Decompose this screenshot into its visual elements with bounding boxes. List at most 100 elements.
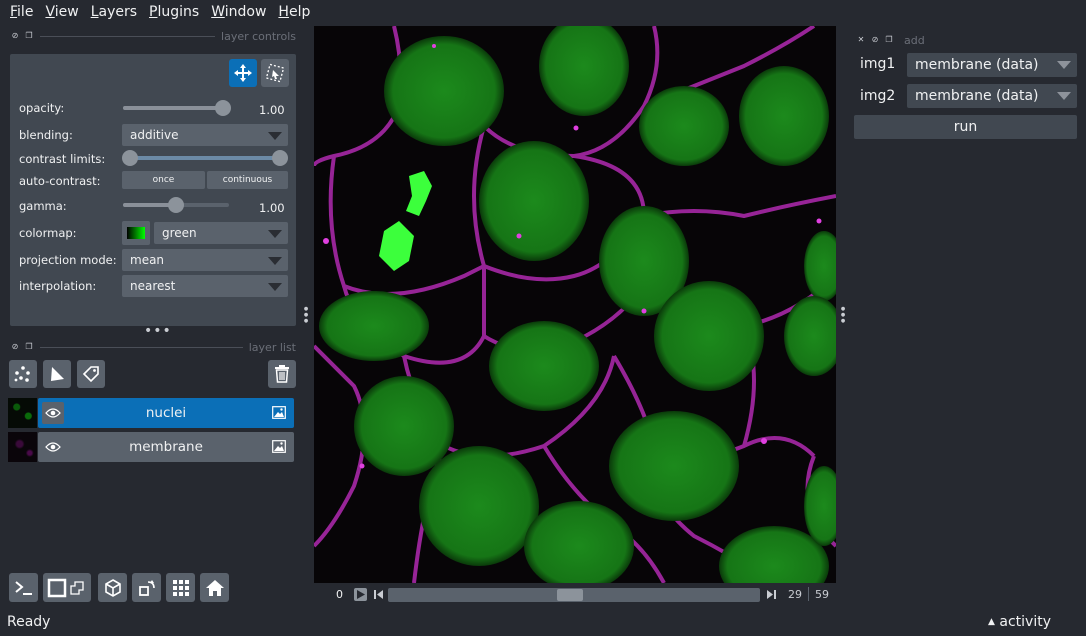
menu-window[interactable]: Window [205,4,272,20]
blending-select[interactable]: additive [122,124,288,146]
delete-layer-button[interactable] [268,360,296,388]
right-dock-resize-handle[interactable]: ● ● ● [840,306,846,324]
opacity-slider[interactable] [123,100,231,116]
dims-current-frame[interactable]: 29 [788,588,802,601]
run-button[interactable]: run [854,115,1077,139]
step-back-icon [374,590,383,599]
once-button[interactable]: once [122,171,205,189]
chevron-down-icon [1057,92,1071,100]
menu-help[interactable]: Help [272,4,316,20]
layer-list-title: layer list [248,340,296,354]
new-shapes-layer-button[interactable] [43,360,71,388]
eye-icon [45,408,61,418]
home-icon [205,579,224,596]
colormap-label: colormap: [19,226,77,240]
img2-select[interactable]: membrane (data) [907,84,1077,108]
chevron-up-icon: ▲ [988,617,995,627]
move-icon [234,64,252,82]
opacity-value: 1.00 [259,103,285,117]
square-2d-icon [47,578,67,597]
visibility-toggle[interactable] [42,402,64,424]
float-dock-icon[interactable]: ❐ [24,342,34,352]
close-dock-icon[interactable]: ✕ [856,35,866,45]
continuous-button[interactable]: continuous [207,171,288,189]
interpolation-select[interactable]: nearest [122,275,288,297]
img1-select[interactable]: membrane (data) [907,53,1077,77]
grid-view-button[interactable] [166,573,195,602]
trash-icon [275,365,289,383]
new-labels-layer-button[interactable] [77,360,105,388]
gamma-slider-handle[interactable] [168,197,184,213]
opacity-label: opacity: [19,101,65,115]
layer-name[interactable]: membrane [68,432,264,462]
layer-controls-titlebar: ⊘ ❐ layer controls [10,29,296,43]
dims-slider[interactable] [388,588,760,602]
contrast-high-handle[interactable] [272,150,288,166]
left-dock-resize-handle[interactable]: ● ● ● [303,306,309,324]
step-forward-button[interactable] [765,588,778,601]
layer-name[interactable]: nuclei [68,398,264,428]
close-dock-icon[interactable]: ⊘ [10,342,20,352]
chevron-down-icon [268,283,282,291]
shapes-icon [51,367,64,381]
img2-value: membrane (data) [915,88,1039,104]
chevron-down-icon [268,132,282,140]
pan-zoom-button[interactable] [229,59,257,87]
microscopy-image [314,26,836,583]
play-button[interactable] [354,588,367,601]
transform-button[interactable] [261,59,289,87]
activity-button[interactable]: ▲ activity [988,614,1051,630]
reset-view-button[interactable] [200,573,229,602]
float-dock-icon[interactable]: ❐ [884,35,894,45]
contrast-limits-slider[interactable] [122,150,288,166]
label-tag-icon [82,366,99,383]
float-dock-icon[interactable]: ❐ [24,31,34,41]
chevron-down-icon [268,230,282,238]
eye-icon [45,442,61,452]
activity-label: activity [999,614,1051,630]
opacity-slider-handle[interactable] [215,100,231,116]
console-button[interactable] [9,573,38,602]
grid-icon [172,579,189,596]
hide-dock-icon[interactable]: ⊘ [870,35,880,45]
layer-row-membrane[interactable]: membrane [38,432,294,462]
close-dock-icon[interactable]: ⊘ [10,31,20,41]
chevron-down-icon [1057,61,1071,69]
menu-bar: File View Layers Plugins Window Help [0,0,1086,24]
viewer-canvas[interactable] [314,26,836,583]
transpose-icon [138,579,155,596]
dims-slider-handle[interactable] [557,589,584,601]
menu-plugins[interactable]: Plugins [143,4,205,20]
gamma-slider[interactable] [123,197,229,213]
chevron-down-icon [268,257,282,265]
projection-mode-select[interactable]: mean [122,249,288,271]
terminal-icon [14,580,32,595]
step-back-button[interactable] [372,588,385,601]
dims-start-label: 0 [336,588,343,601]
contrast-low-handle[interactable] [122,150,138,166]
gamma-value: 1.00 [259,201,285,215]
roll-axes-button[interactable] [98,573,127,602]
colormap-value: green [162,226,197,240]
image-layer-icon [272,440,286,453]
step-forward-icon [767,590,776,599]
image-layer-icon [272,406,286,419]
auto-contrast-label: auto-contrast: [19,174,101,188]
new-points-layer-button[interactable] [9,360,37,388]
menu-file[interactable]: File [4,4,39,20]
visibility-toggle[interactable] [42,436,64,458]
membrane-layer-thumbnail [8,432,37,462]
img1-value: membrane (data) [915,57,1039,73]
menu-view[interactable]: View [39,4,84,20]
projection-mode-label: projection mode: [19,253,117,267]
transpose-axes-button[interactable] [132,573,161,602]
dims-total-frames: 59 [815,588,829,601]
cube-icon [104,578,121,597]
dock-splitter-handle[interactable]: ••• [144,324,172,338]
colormap-swatch [127,227,145,239]
layer-row-nuclei[interactable]: nuclei [38,398,294,428]
menu-layers[interactable]: Layers [85,4,143,20]
projection-mode-value: mean [130,253,165,267]
colormap-select[interactable]: green [154,222,288,244]
toggle-2d-3d-button[interactable] [43,573,91,602]
